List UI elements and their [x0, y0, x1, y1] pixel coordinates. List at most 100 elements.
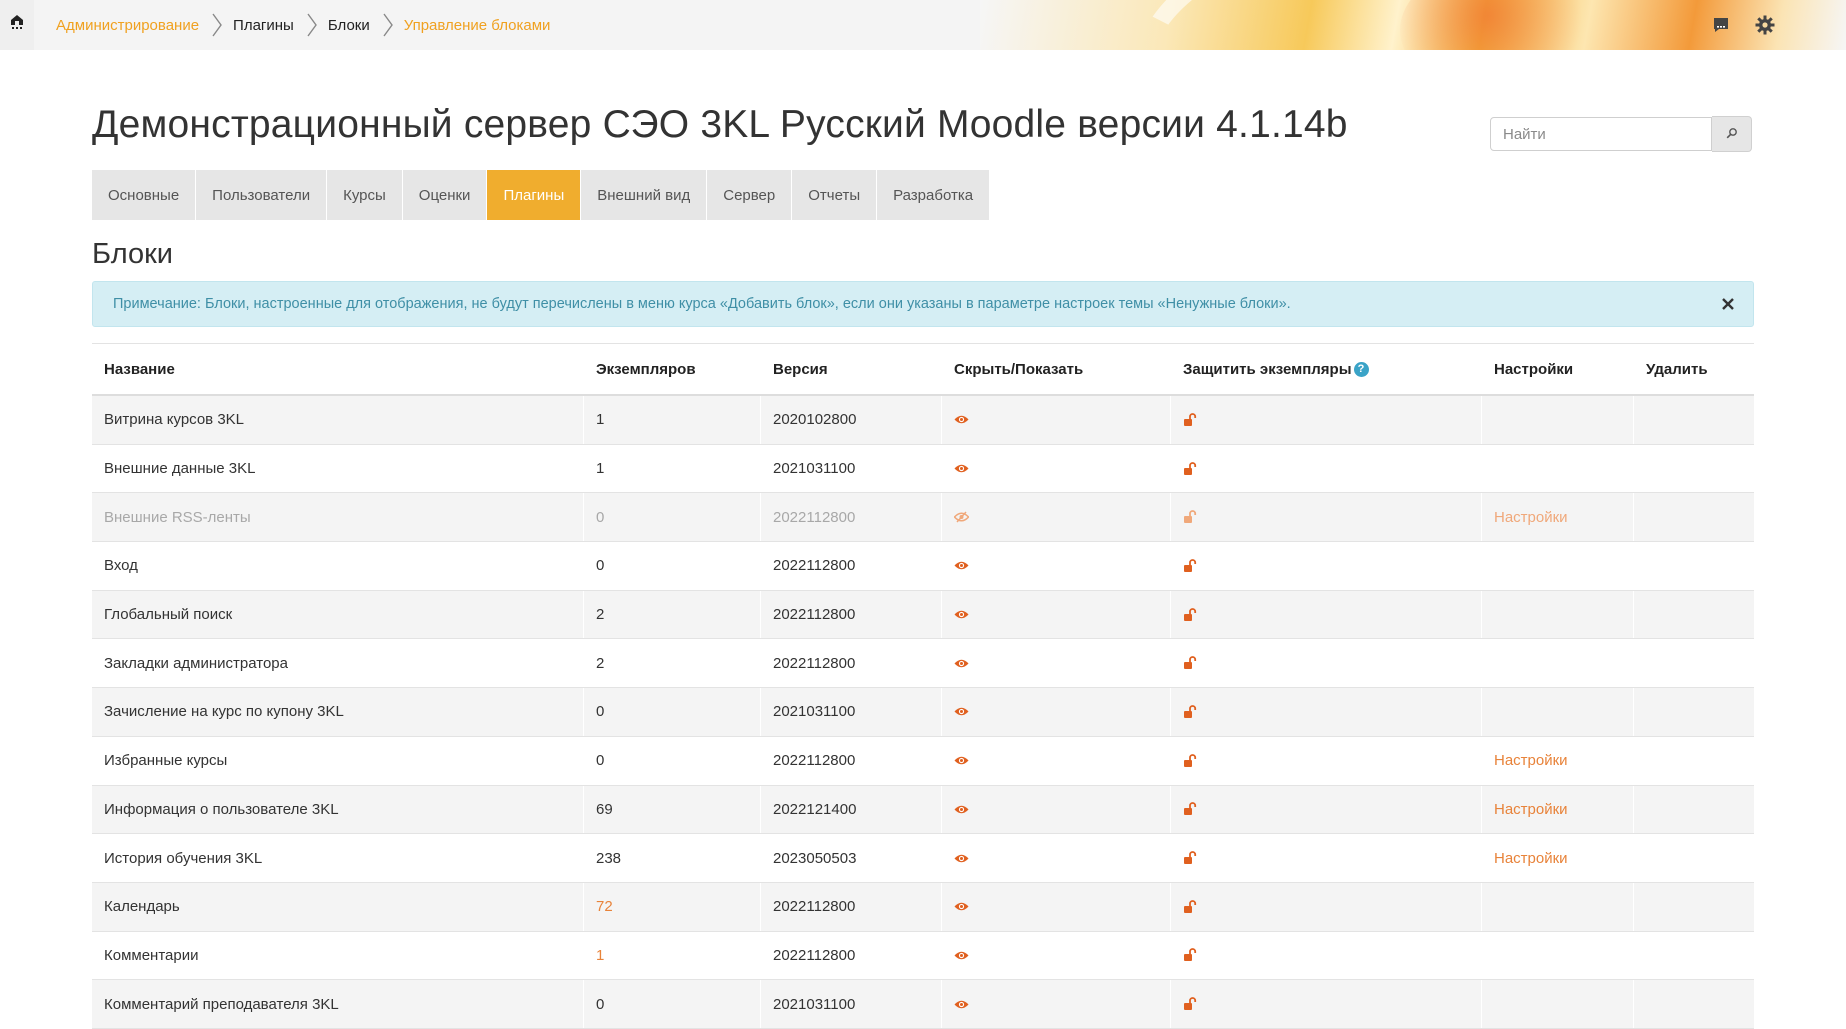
- eye-icon[interactable]: [954, 853, 969, 864]
- delete-cell: [1633, 736, 1754, 785]
- version: 2022112800: [760, 736, 941, 785]
- help-icon[interactable]: ?: [1353, 361, 1369, 377]
- column-header-instances: Экземпляров: [583, 344, 760, 394]
- delete-cell: [1633, 834, 1754, 882]
- settings-cell: [1481, 639, 1633, 688]
- settings-cell: [1481, 542, 1633, 590]
- tab-1[interactable]: Основные: [92, 170, 197, 220]
- tab-4[interactable]: Оценки: [402, 170, 488, 220]
- breadcrumb: Администрирование Плагины Блоки Управление …: [56, 0, 550, 50]
- search-icon: [1726, 126, 1738, 143]
- message-icon[interactable]: [1710, 14, 1732, 36]
- tab-2[interactable]: Пользователи: [196, 170, 328, 220]
- unlock-icon[interactable]: [1183, 705, 1197, 719]
- unlock-icon[interactable]: [1183, 753, 1197, 768]
- visibility-cell: [941, 590, 1170, 639]
- instances-count: 2: [596, 606, 605, 624]
- protect-cell: [1170, 444, 1481, 493]
- eye-icon[interactable]: [954, 901, 969, 912]
- unlock-icon[interactable]: [1183, 997, 1197, 1011]
- instances-cell: 72: [583, 882, 760, 931]
- protect-cell: [1170, 688, 1481, 736]
- eye-icon[interactable]: [954, 706, 969, 717]
- instances-cell: 0: [583, 736, 760, 785]
- eye-slash-icon[interactable]: [954, 511, 969, 523]
- eye-icon[interactable]: [954, 804, 969, 815]
- instances-cell: 0: [583, 493, 760, 542]
- blocks-table: Название Экземпляров Версия Скрыть/Показ…: [92, 343, 1754, 1029]
- search-button[interactable]: [1712, 116, 1752, 152]
- unlock-icon[interactable]: [1183, 607, 1197, 622]
- settings-cell: [1481, 688, 1633, 736]
- block-name: Избранные курсы: [104, 752, 228, 770]
- block-name: Комментарий преподавателя 3KL: [92, 980, 583, 1028]
- visibility-cell: [941, 882, 1170, 931]
- eye-icon[interactable]: [954, 950, 969, 961]
- breadcrumb-item[interactable]: Управление блоками: [404, 17, 551, 34]
- eye-icon[interactable]: [954, 463, 969, 474]
- unlock-icon[interactable]: [1183, 899, 1197, 914]
- settings-cell: Настройки: [1481, 834, 1633, 882]
- instances-count[interactable]: 1: [596, 947, 604, 964]
- tab-9[interactable]: Разработка: [877, 170, 991, 220]
- unlock-icon[interactable]: [1183, 948, 1197, 962]
- visibility-cell: [941, 493, 1170, 542]
- tab-5[interactable]: Плагины: [487, 170, 582, 220]
- delete-cell: [1633, 785, 1754, 834]
- settings-link[interactable]: Настройки: [1494, 752, 1568, 769]
- settings-link[interactable]: Настройки: [1494, 801, 1568, 818]
- unlock-icon[interactable]: [1183, 461, 1197, 476]
- settings-link[interactable]: Настройки: [1494, 850, 1568, 867]
- visibility-cell: [941, 931, 1170, 980]
- instances-count: 238: [596, 849, 622, 867]
- search-input[interactable]: [1490, 117, 1712, 151]
- version: 2023050503: [760, 834, 941, 882]
- unlock-icon[interactable]: [1183, 413, 1197, 427]
- tab-8[interactable]: Отчеты: [792, 170, 878, 220]
- breadcrumb-item[interactable]: Администрирование: [56, 17, 199, 34]
- settings-cell: [1481, 396, 1633, 444]
- version: 2021031100: [760, 688, 941, 736]
- version: 2021031100: [760, 980, 941, 1028]
- instances-count[interactable]: 72: [596, 898, 613, 915]
- settings-link[interactable]: Настройки: [1494, 509, 1568, 526]
- unlock-icon[interactable]: [1183, 510, 1197, 524]
- close-icon[interactable]: [1719, 295, 1737, 313]
- unlock-icon[interactable]: [1183, 656, 1197, 670]
- column-header-visibility: Скрыть/Показать: [941, 344, 1170, 394]
- eye-icon[interactable]: [954, 414, 969, 425]
- instances-cell: 2: [583, 590, 760, 639]
- top-navbar: Администрирование Плагины Блоки Управление …: [0, 0, 1846, 50]
- settings-cell: Настройки: [1481, 736, 1633, 785]
- block-name: Глобальный поиск: [92, 590, 583, 639]
- eye-icon[interactable]: [954, 999, 969, 1010]
- delete-cell: [1633, 590, 1754, 639]
- eye-icon[interactable]: [954, 658, 969, 669]
- instances-cell: 69: [583, 785, 760, 834]
- eye-icon[interactable]: [954, 755, 969, 766]
- settings-cell: Настройки: [1481, 785, 1633, 834]
- tab-7[interactable]: Сервер: [707, 170, 793, 220]
- visibility-cell: [941, 736, 1170, 785]
- unlock-icon[interactable]: [1183, 851, 1197, 865]
- eye-icon[interactable]: [954, 560, 969, 571]
- delete-cell: [1633, 639, 1754, 688]
- settings-cell: [1481, 444, 1633, 493]
- breadcrumb-label[interactable]: Управление блоками: [404, 17, 551, 34]
- top-actions: [1710, 0, 1776, 50]
- gear-icon[interactable]: [1754, 14, 1776, 36]
- instances-cell: 0: [583, 688, 760, 736]
- breadcrumb-label[interactable]: Администрирование: [56, 17, 199, 34]
- home-button[interactable]: [0, 0, 34, 50]
- eye-icon[interactable]: [954, 609, 969, 620]
- unlock-icon[interactable]: [1183, 559, 1197, 573]
- tab-6[interactable]: Внешний вид: [581, 170, 708, 220]
- unlock-icon[interactable]: [1183, 802, 1197, 816]
- delete-cell: [1633, 542, 1754, 590]
- tab-3[interactable]: Курсы: [327, 170, 403, 220]
- breadcrumb-label: Плагины: [233, 16, 294, 34]
- breadcrumb-item: Плагины: [233, 17, 294, 34]
- version: 2022112800: [760, 931, 941, 980]
- delete-cell: [1633, 396, 1754, 444]
- settings-cell: [1481, 882, 1633, 931]
